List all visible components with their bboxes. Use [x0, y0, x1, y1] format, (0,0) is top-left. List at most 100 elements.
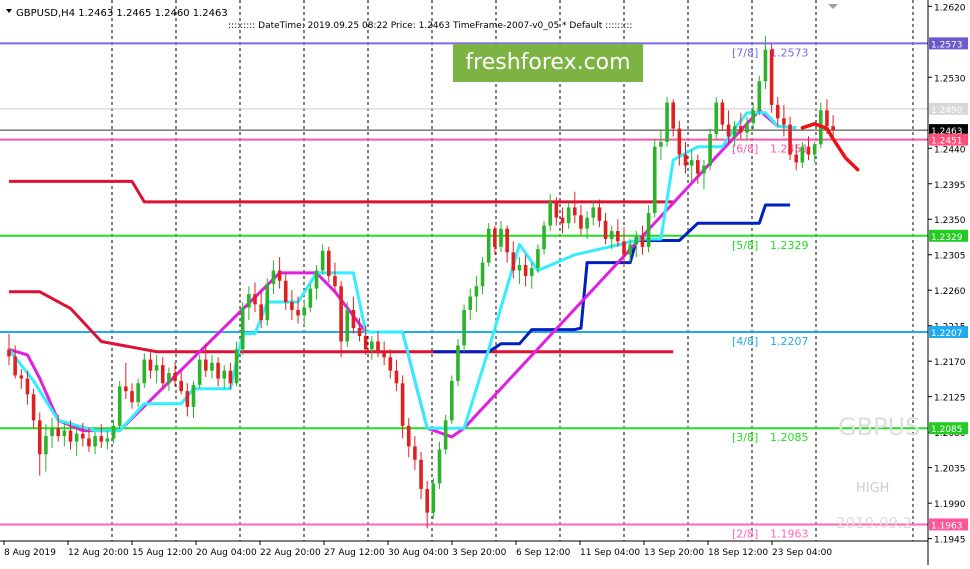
candle-body	[794, 154, 798, 163]
candle-body	[652, 146, 657, 213]
candle-body	[775, 104, 780, 119]
symbol-line: GBPUSD,H4 1.2463 1.2465 1.2460 1.2463	[16, 8, 228, 19]
x-tick-label: 18 Sep 12:00	[708, 548, 768, 558]
x-tick-label: 30 Aug 04:00	[388, 548, 449, 558]
candle-body	[714, 102, 719, 135]
candle-body	[228, 370, 233, 384]
candle-body	[450, 380, 454, 421]
candle-body	[443, 420, 448, 450]
price-badge-label: 1.1963	[931, 521, 963, 531]
x-tick-label: 20 Aug 04:00	[196, 548, 257, 558]
candle-body	[542, 225, 546, 250]
candle-body	[597, 207, 602, 221]
candle-body	[259, 304, 263, 321]
candle-body	[726, 124, 731, 137]
candle-body	[111, 425, 116, 439]
candle-body	[234, 349, 239, 384]
x-tick-label: 3 Sep 20:00	[452, 548, 507, 558]
candle-body	[62, 430, 67, 437]
candle-body	[505, 228, 509, 253]
candle-body	[25, 378, 30, 395]
y-tick-label: 1.2530	[934, 74, 966, 84]
candle-body	[812, 144, 817, 155]
candle-body	[739, 126, 743, 133]
candle-body	[628, 244, 632, 255]
y-tick-label: 1.2170	[934, 358, 966, 368]
candle-body	[339, 286, 343, 342]
candle-body	[290, 302, 294, 310]
candle-body	[677, 128, 682, 155]
price-badge-label: 1.2329	[931, 233, 963, 243]
candle-body	[37, 420, 42, 455]
x-tick-label: 8 Aug 2019	[4, 548, 56, 558]
price-chart[interactable]: [7/8] 1.2573 [6/8] 1.2451 [5/8] 1.2329 [4/8] 1.…	[0, 0, 970, 565]
candle-body	[302, 307, 306, 316]
candle-body	[351, 309, 356, 329]
candle-body	[87, 438, 91, 447]
info-line: ::::::::: DateTime: 2019.09.25 08:22 Pri…	[228, 21, 632, 31]
candle-body	[333, 276, 337, 287]
candle-body	[702, 165, 706, 174]
candle-body	[536, 249, 540, 269]
candle-body	[74, 433, 79, 442]
candle-body	[296, 309, 300, 316]
y-tick-label: 1.1990	[934, 500, 966, 510]
candle-body	[517, 264, 522, 271]
candle-body	[130, 391, 134, 403]
x-tick-label: 12 Aug 20:00	[68, 548, 129, 558]
watermark-symbol: GBPUS	[838, 413, 920, 441]
x-tick-label: 15 Aug 12:00	[132, 548, 193, 558]
level-value: 1.1963	[770, 527, 809, 540]
candle-body	[222, 370, 227, 379]
candle-body	[665, 102, 669, 142]
x-tick-label: 23 Sep 04:00	[772, 548, 832, 558]
candle-body	[56, 428, 60, 437]
candle-body	[462, 309, 466, 346]
y-tick-label: 1.2260	[934, 287, 966, 297]
candle-body	[634, 236, 639, 245]
y-tick-label: 1.2350	[934, 216, 966, 226]
chart-window[interactable]: [7/8] 1.2573 [6/8] 1.2451 [5/8] 1.2329 [4/8] 1.…	[0, 0, 970, 565]
level-label: [7/8]	[732, 46, 758, 59]
candle-body	[683, 154, 688, 166]
candle-body	[185, 391, 190, 407]
candle-body	[7, 349, 11, 357]
candle-body	[474, 286, 479, 297]
candle-body	[160, 365, 165, 384]
y-tick-label: 1.1945	[934, 536, 966, 546]
candle-body	[265, 283, 270, 321]
candle-body	[308, 288, 313, 308]
level-label: [6/8]	[732, 143, 758, 156]
candle-body	[419, 459, 423, 489]
candle-body	[253, 294, 257, 305]
level-value: 1.2329	[770, 239, 809, 252]
candle-body	[216, 362, 220, 379]
candle-body	[579, 215, 583, 229]
watermark-high: HIGH	[856, 481, 889, 496]
candle-body	[124, 386, 128, 392]
level-label: [3/8]	[732, 431, 758, 444]
x-tick-label: 22 Aug 20:00	[260, 548, 321, 558]
candle-body	[591, 207, 596, 218]
candle-body	[13, 356, 17, 376]
candle-body	[554, 201, 559, 218]
y-tick-label: 1.2125	[934, 394, 966, 404]
candle-body	[413, 446, 417, 460]
candle-body	[345, 309, 350, 342]
candle-body	[50, 428, 54, 437]
candle-body	[277, 270, 282, 281]
candle-body	[370, 341, 374, 350]
candle-body	[142, 359, 147, 384]
candle-body	[800, 146, 805, 163]
candle-body	[240, 307, 245, 350]
x-tick-label: 6 Sep 12:00	[516, 548, 571, 558]
candle-body	[788, 124, 792, 155]
candle-body	[191, 384, 196, 407]
candle-body	[247, 294, 251, 308]
price-badge-label: 1.2573	[931, 40, 963, 50]
brand-logo: freshforex.com	[453, 44, 643, 82]
candle-body	[745, 123, 749, 133]
candle-body	[763, 49, 768, 82]
price-badge-label: 1.2490	[931, 106, 963, 116]
candle-body	[44, 436, 48, 455]
